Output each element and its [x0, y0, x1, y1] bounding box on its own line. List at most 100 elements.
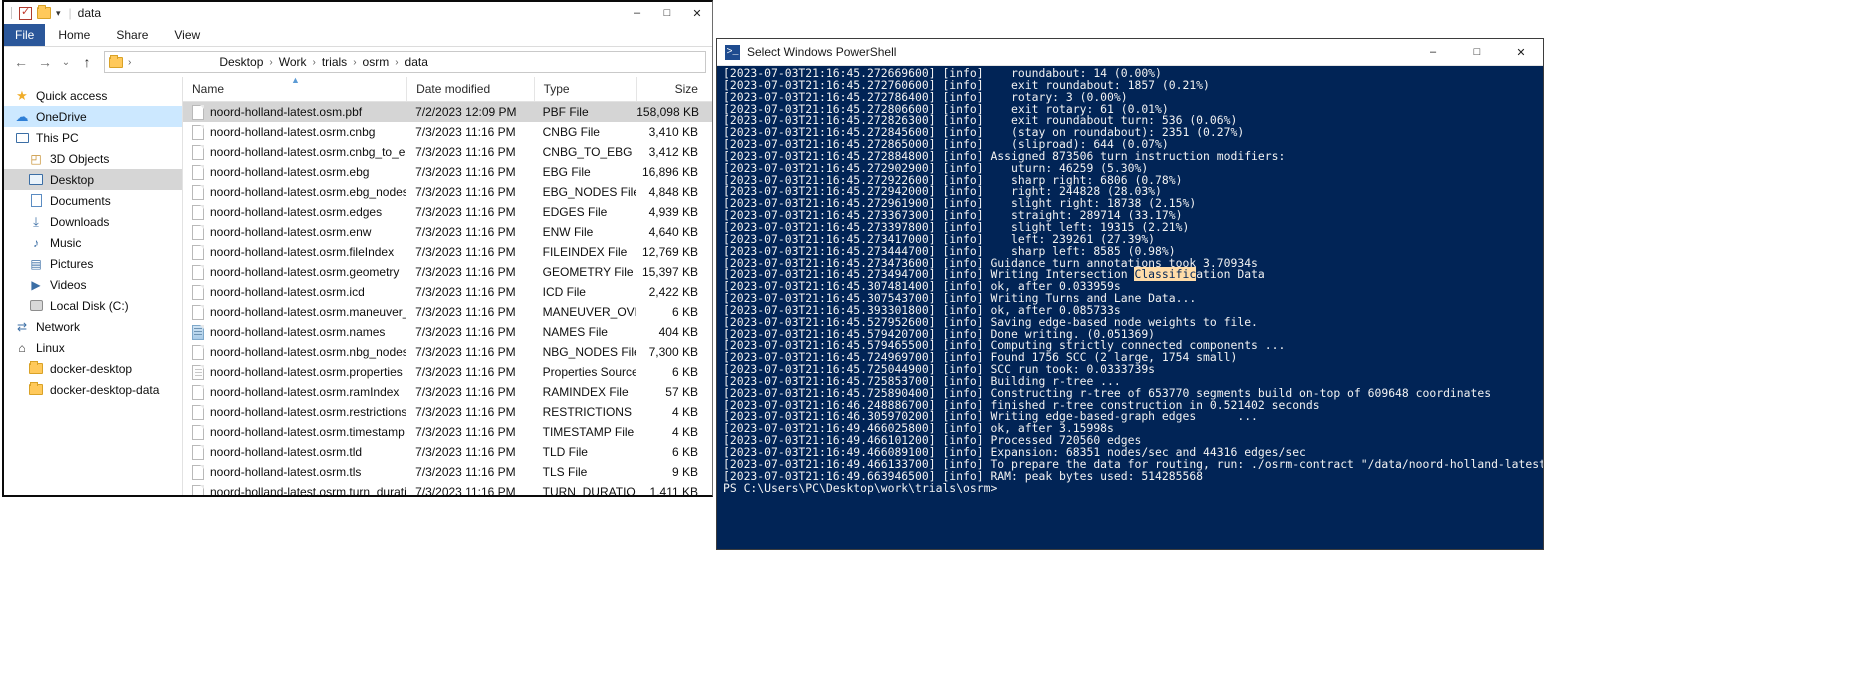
file-type-cell: TURN_DURATION_...	[542, 485, 637, 495]
sidebar-item-label: Network	[36, 319, 81, 334]
customize-caret-icon[interactable]: ▾	[54, 8, 63, 19]
file-type-cell: ICD File	[542, 285, 586, 299]
file-size-cell: 6 KB	[671, 305, 698, 319]
sidebar-item-network[interactable]: ⇄ Network	[4, 316, 182, 337]
folder-icon[interactable]	[36, 5, 51, 21]
sidebar-item-downloads[interactable]: ⤓ Downloads	[4, 211, 182, 232]
breadcrumb-item-trials[interactable]: trials	[319, 55, 350, 69]
powershell-console-output[interactable]: [2023-07-03T21:16:45.272669600] [info] r…	[717, 66, 1543, 549]
tab-share[interactable]: Share	[103, 24, 161, 46]
sidebar-item-label: This PC	[36, 130, 79, 145]
sidebar-item-pictures[interactable]: ▤ Pictures	[4, 253, 182, 274]
column-header-date[interactable]: Date modified	[406, 77, 534, 101]
file-date-cell: 7/3/2023 11:16 PM	[415, 465, 516, 479]
table-row[interactable]: noord-holland-latest.osm.pbf 7/2/2023 12:…	[183, 102, 712, 122]
table-row[interactable]: noord-holland-latest.osrm.geometry 7/3/20…	[183, 262, 712, 282]
close-button[interactable]: ✕	[1499, 39, 1543, 66]
sidebar-item-docker-desktop-data[interactable]: docker-desktop-data	[4, 379, 182, 400]
tab-view[interactable]: View	[161, 24, 213, 46]
breadcrumb-separator[interactable]: ›	[312, 57, 317, 68]
table-row[interactable]: noord-holland-latest.osrm.enw 7/3/2023 11…	[183, 222, 712, 242]
table-row[interactable]: noord-holland-latest.osrm.ebg_nodes 7/3/2…	[183, 182, 712, 202]
breadcrumb-separator[interactable]: ›	[352, 57, 357, 68]
desktop-icon	[28, 172, 44, 188]
table-row[interactable]: noord-holland-latest.osrm.maneuver_ov...…	[183, 302, 712, 322]
notepad-icon	[192, 324, 204, 340]
folder-icon	[28, 382, 44, 398]
file-name-cell: noord-holland-latest.osrm.turn_duration.…	[183, 484, 406, 495]
sidebar-item-3d-objects[interactable]: ◰ 3D Objects	[4, 148, 182, 169]
breadcrumb-item-work[interactable]: Work	[276, 55, 310, 69]
sidebar-item-onedrive[interactable]: ☁ OneDrive	[4, 106, 182, 127]
column-header-name[interactable]: Name ▲	[183, 75, 406, 101]
breadcrumb-item-data[interactable]: data	[402, 55, 431, 69]
breadcrumb-item-desktop[interactable]: Desktop	[216, 55, 266, 69]
forward-button[interactable]: →	[34, 51, 56, 73]
recent-locations-button[interactable]: ⌄	[58, 51, 74, 73]
console-line: PS C:\Users\PC\Desktop\work\trials\osrm>	[723, 480, 998, 495]
column-header-type[interactable]: Type	[533, 77, 637, 101]
file-icon	[192, 184, 204, 200]
sidebar-item-this-pc[interactable]: This PC	[4, 127, 182, 148]
pictures-icon: ▤	[30, 256, 42, 271]
maximize-button[interactable]: □	[652, 2, 682, 24]
sidebar-item-music[interactable]: ♪ Music	[4, 232, 182, 253]
sidebar-item-linux[interactable]: ⌂ Linux	[4, 337, 182, 358]
file-type-cell: RAMINDEX File	[542, 385, 629, 399]
save-icon[interactable]	[18, 5, 33, 21]
table-row[interactable]: noord-holland-latest.osrm.ebg 7/3/2023 11…	[183, 162, 712, 182]
table-row[interactable]: noord-holland-latest.osrm.restrictions 7/…	[183, 402, 712, 422]
explorer-address-bar: ← → ⌄ ↑ › Desktop › Work › trials › osrm…	[4, 47, 712, 77]
table-row[interactable]: noord-holland-latest.osrm.nbg_nodes 7/3/2…	[183, 342, 712, 362]
file-date-cell: 7/3/2023 11:16 PM	[415, 325, 516, 339]
file-name-cell: noord-holland-latest.osm.pbf	[183, 104, 406, 120]
table-row[interactable]: noord-holland-latest.osrm.properties 7/3/…	[183, 362, 712, 382]
table-row[interactable]: noord-holland-latest.osrm.timestamp 7/3/2…	[183, 422, 712, 442]
file-name-label: noord-holland-latest.osm.pbf	[210, 105, 363, 119]
tab-home[interactable]: Home	[45, 24, 103, 46]
file-name-label: noord-holland-latest.osrm.tld	[210, 445, 363, 459]
table-row[interactable]: noord-holland-latest.osrm.tld 7/3/2023 11…	[183, 442, 712, 462]
breadcrumb-separator[interactable]: ›	[127, 57, 132, 68]
file-explorer-window: ▾ | data – □ ✕ File Home Share View ← → …	[2, 0, 713, 497]
file-icon	[192, 344, 204, 360]
minimize-button[interactable]: –	[1411, 39, 1455, 66]
tab-file[interactable]: File	[4, 24, 46, 46]
sort-ascending-icon: ▲	[291, 75, 300, 85]
file-date-cell: 7/3/2023 11:16 PM	[415, 225, 516, 239]
sidebar-item-documents[interactable]: Documents	[4, 190, 182, 211]
minimize-button[interactable]: –	[622, 2, 652, 24]
breadcrumb-separator[interactable]: ›	[268, 57, 273, 68]
table-row[interactable]: noord-holland-latest.osrm.icd 7/3/2023 11…	[183, 282, 712, 302]
table-row[interactable]: noord-holland-latest.osrm.tls 7/3/2023 11…	[183, 462, 712, 482]
breadcrumb-item-osrm[interactable]: osrm	[360, 55, 393, 69]
file-name-label: noord-holland-latest.osrm.maneuver_ov...	[210, 305, 406, 319]
powershell-icon: >_	[725, 44, 740, 60]
up-button[interactable]: ↑	[76, 51, 98, 73]
file-icon	[192, 264, 204, 280]
sidebar-item-desktop[interactable]: Desktop	[4, 169, 182, 190]
sidebar-item-videos[interactable]: ▶ Videos	[4, 274, 182, 295]
address-breadcrumb-box[interactable]: › Desktop › Work › trials › osrm › data	[104, 51, 706, 73]
table-row[interactable]: noord-holland-latest.osrm.cnbg 7/3/2023 1…	[183, 122, 712, 142]
table-row[interactable]: noord-holland-latest.osrm.ramIndex 7/3/20…	[183, 382, 712, 402]
breadcrumb-separator[interactable]: ›	[394, 57, 399, 68]
table-row[interactable]: noord-holland-latest.osrm.names 7/3/2023 …	[183, 322, 712, 342]
file-date-cell: 7/2/2023 12:09 PM	[415, 105, 517, 119]
explorer-ribbon-tabs: File Home Share View	[4, 24, 712, 47]
maximize-button[interactable]: □	[1455, 39, 1499, 66]
back-button[interactable]: ←	[10, 51, 32, 73]
sidebar-item-local-disk-c[interactable]: Local Disk (C:)	[4, 295, 182, 316]
close-button[interactable]: ✕	[682, 2, 712, 24]
sidebar-item-quick-access[interactable]: ★ Quick access	[4, 85, 182, 106]
table-row[interactable]: noord-holland-latest.osrm.cnbg_to_ebg 7/3…	[183, 142, 712, 162]
column-header-size[interactable]: Size	[636, 77, 712, 101]
table-row[interactable]: noord-holland-latest.osrm.fileIndex 7/3/2…	[183, 242, 712, 262]
sidebar-item-docker-desktop[interactable]: docker-desktop	[4, 358, 182, 379]
table-row[interactable]: noord-holland-latest.osrm.edges 7/3/2023 …	[183, 202, 712, 222]
file-icon	[192, 124, 204, 140]
file-list-pane: Name ▲ Date modified Type Size noord-hol…	[182, 75, 712, 495]
folder-icon	[28, 361, 44, 377]
table-row[interactable]: noord-holland-latest.osrm.turn_duration.…	[183, 482, 712, 495]
file-icon	[192, 304, 204, 320]
